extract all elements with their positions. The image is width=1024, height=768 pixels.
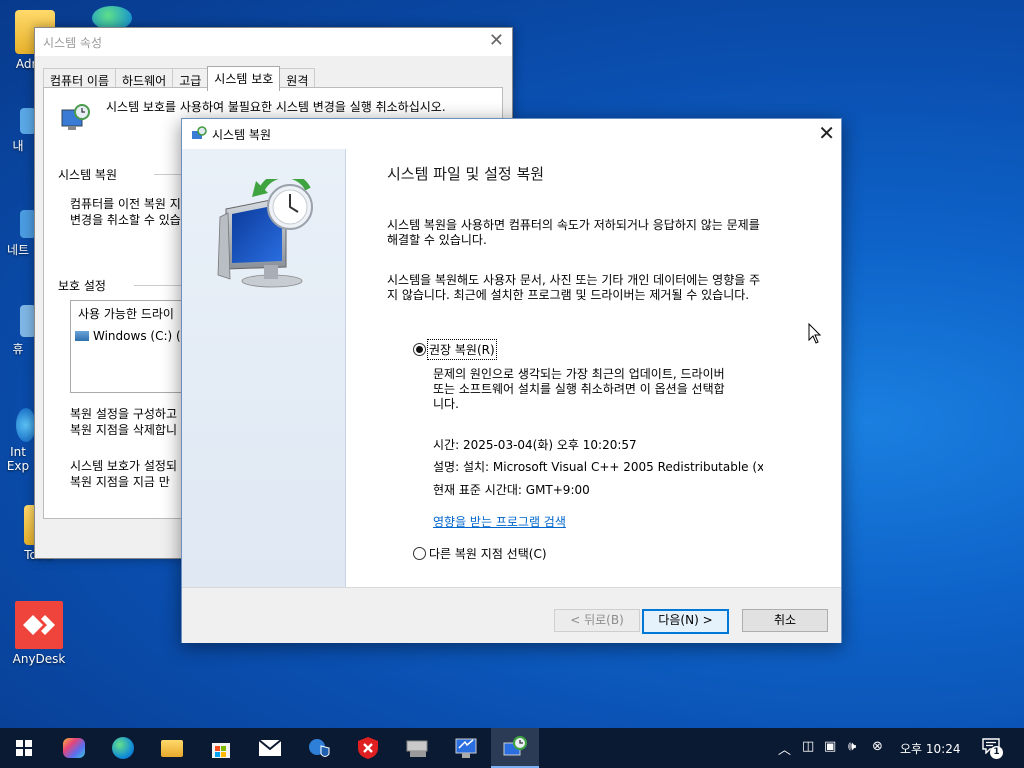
system-restore-illustration-icon xyxy=(217,179,313,288)
create-text: 시스템 보호가 설정되 복원 지점을 지금 만 xyxy=(70,458,177,490)
edge-button[interactable] xyxy=(99,728,147,768)
notification-badge: 1 xyxy=(990,746,1003,759)
mouse-cursor-icon xyxy=(808,323,822,344)
recommended-restore-radio[interactable] xyxy=(413,343,426,356)
desktop-icon-label: Int Exp xyxy=(6,445,30,473)
system-restore-wizard: 시스템 복원 ✕ 시스템 파일 및 설정 복원 시스템 복원을 사용하면 컴퓨터… xyxy=(181,118,842,643)
mail-button[interactable] xyxy=(246,728,294,768)
title-bar: 시스템 복원 ✕ xyxy=(182,119,841,149)
desktop-icon-network[interactable]: 네트 xyxy=(0,210,36,258)
cancel-button[interactable]: 취소 xyxy=(742,609,828,632)
choose-other-restore-radio[interactable] xyxy=(413,547,426,560)
desktop-icon-label: 내 xyxy=(12,139,24,153)
defender-icon xyxy=(309,739,330,757)
system-restore-icon xyxy=(503,736,527,756)
volume-icon[interactable]: 🕪 xyxy=(848,739,856,754)
desktop-icon-label: AnyDesk xyxy=(12,652,66,666)
recommended-restore-description: 문제의 원인으로 생각되는 가장 최근의 업데이트, 드라이버 또는 소프트웨어… xyxy=(433,367,773,412)
config-text-line: 복원 지점을 삭제합니 xyxy=(70,423,177,437)
start-button[interactable] xyxy=(0,728,48,768)
intro-text: 시스템 보호를 사용하여 불필요한 시스템 변경을 실행 취소하십시오. xyxy=(106,100,446,114)
restore-point-time: 시간: 2025-03-04(화) 오후 10:20:57 xyxy=(433,438,637,452)
copilot-icon xyxy=(63,738,85,758)
intro-paragraph: 시스템 복원을 사용하면 컴퓨터의 속도가 저하되거나 응답하지 않는 문제를 … xyxy=(387,218,807,248)
start-icon xyxy=(16,740,32,756)
shield-x-icon xyxy=(358,737,378,759)
paragraph-line: 해결할 수 있습니다. xyxy=(387,233,487,247)
network-icon[interactable]: ▣ xyxy=(824,739,836,754)
server-manager-button[interactable] xyxy=(393,728,441,768)
drive-list-header: 사용 가능한 드라이 xyxy=(78,307,174,321)
paragraph-line: 시스템을 복원해도 사용자 문서, 사진 또는 기타 개인 데이터에는 영향을 … xyxy=(387,273,761,287)
desktop-icon-label: 휴 xyxy=(12,342,24,356)
back-button[interactable]: < 뒤로(B) xyxy=(554,609,640,632)
internet-explorer-icon xyxy=(16,408,36,442)
create-text-line: 복원 지점을 지금 만 xyxy=(70,475,170,489)
notice-paragraph: 시스템을 복원해도 사용자 문서, 사진 또는 기타 개인 데이터에는 영향을 … xyxy=(387,273,807,303)
show-hidden-icons-chevron-up-icon[interactable]: ︿ xyxy=(778,739,791,758)
scan-affected-programs-link[interactable]: 영향을 받는 프로그램 검색 xyxy=(433,513,566,530)
defender-button[interactable] xyxy=(295,728,343,768)
restore-text: 컴퓨터를 이전 복원 지 변경을 취소할 수 있습 xyxy=(70,196,181,228)
description-line: 니다. xyxy=(433,397,459,411)
description-line: 문제의 원인으로 생각되는 가장 최근의 업데이트, 드라이버 xyxy=(433,367,725,381)
close-icon[interactable]: ✕ xyxy=(818,122,835,144)
notifications-button[interactable]: 1 xyxy=(982,738,1004,759)
wizard-side-panel xyxy=(182,149,346,587)
window-title: 시스템 복원 xyxy=(212,128,272,142)
drive-label: Windows (C:) (시 xyxy=(93,329,192,343)
window-title: 시스템 속성 xyxy=(43,36,103,50)
taskbar: ︿ ◫ ▣ 🕪 ⊗ 오후 10:24 1 xyxy=(0,728,1024,768)
store-button[interactable] xyxy=(197,728,245,768)
drive-list-item[interactable]: Windows (C:) (시 xyxy=(75,327,192,344)
restore-point-description: 설명: 설치: Microsoft Visual C++ 2005 Redist… xyxy=(433,460,763,474)
restore-text-line: 컴퓨터를 이전 복원 지 xyxy=(70,197,181,211)
restore-point-timezone: 현재 표준 시간대: GMT+9:00 xyxy=(433,483,590,497)
config-text-line: 복원 설정을 구성하고 xyxy=(70,407,177,421)
next-button[interactable]: 다음(N) > xyxy=(642,609,729,634)
tab-strip: 컴퓨터 이름 하드웨어 고급 시스템 보호 원격 xyxy=(43,66,316,91)
restore-text-line: 변경을 취소할 수 있습 xyxy=(70,213,181,227)
paragraph-line: 시스템 복원을 사용하면 컴퓨터의 속도가 저하되거나 응답하지 않는 문제를 xyxy=(387,218,760,232)
desktop-icon-internet-explorer[interactable]: Int Exp xyxy=(0,408,36,473)
camera-icon[interactable]: ◫ xyxy=(802,739,814,754)
edge-icon xyxy=(112,737,134,759)
file-explorer-icon xyxy=(161,739,183,757)
system-restore-button[interactable] xyxy=(491,728,539,768)
system-restore-icon xyxy=(192,126,207,139)
choose-other-restore-label[interactable]: 다른 복원 지점 선택(C) xyxy=(429,545,547,562)
system-properties-icon xyxy=(455,738,477,758)
mail-icon xyxy=(258,739,282,756)
protection-section-title: 보호 설정 xyxy=(58,279,106,293)
file-explorer-button[interactable] xyxy=(148,728,196,768)
recommended-restore-label[interactable]: 권장 복원(R) xyxy=(427,339,497,360)
desktop-icon-anydesk[interactable]: AnyDesk xyxy=(4,601,74,666)
title-bar: 시스템 속성 ✕ xyxy=(35,28,512,56)
desktop-icon-label: 네트 xyxy=(6,243,30,257)
error-status-icon[interactable]: ⊗ xyxy=(872,739,883,754)
server-manager-icon xyxy=(406,740,428,757)
anydesk-icon xyxy=(15,601,63,649)
wizard-footer: < 뒤로(B) 다음(N) > 취소 xyxy=(182,587,841,643)
system-properties-button[interactable] xyxy=(442,728,490,768)
close-icon[interactable]: ✕ xyxy=(489,31,504,51)
desktop-icon-recycle-bin[interactable]: 휴 xyxy=(0,305,36,357)
drive-icon xyxy=(75,330,89,341)
paragraph-line: 지 않습니다. 최근에 설치한 프로그램 및 드라이버는 제거될 수 있습니다. xyxy=(387,288,750,302)
security-button[interactable] xyxy=(344,728,392,768)
tab-system-protection[interactable]: 시스템 보호 xyxy=(207,66,281,91)
config-text: 복원 설정을 구성하고 복원 지점을 삭제합니 xyxy=(70,406,177,438)
store-icon xyxy=(212,743,230,758)
description-line: 또는 소프트웨어 설치를 실행 취소하려면 이 옵션을 선택합 xyxy=(433,382,725,396)
taskbar-clock[interactable]: 오후 10:24 xyxy=(900,740,960,757)
system-protection-icon xyxy=(61,104,90,130)
create-text-line: 시스템 보호가 설정되 xyxy=(70,459,177,473)
desktop-icon-this-pc[interactable]: 내 xyxy=(0,108,36,154)
page-title: 시스템 파일 및 설정 복원 xyxy=(387,165,545,183)
copilot-button[interactable] xyxy=(50,728,98,768)
restore-section-title: 시스템 복원 xyxy=(58,168,118,182)
